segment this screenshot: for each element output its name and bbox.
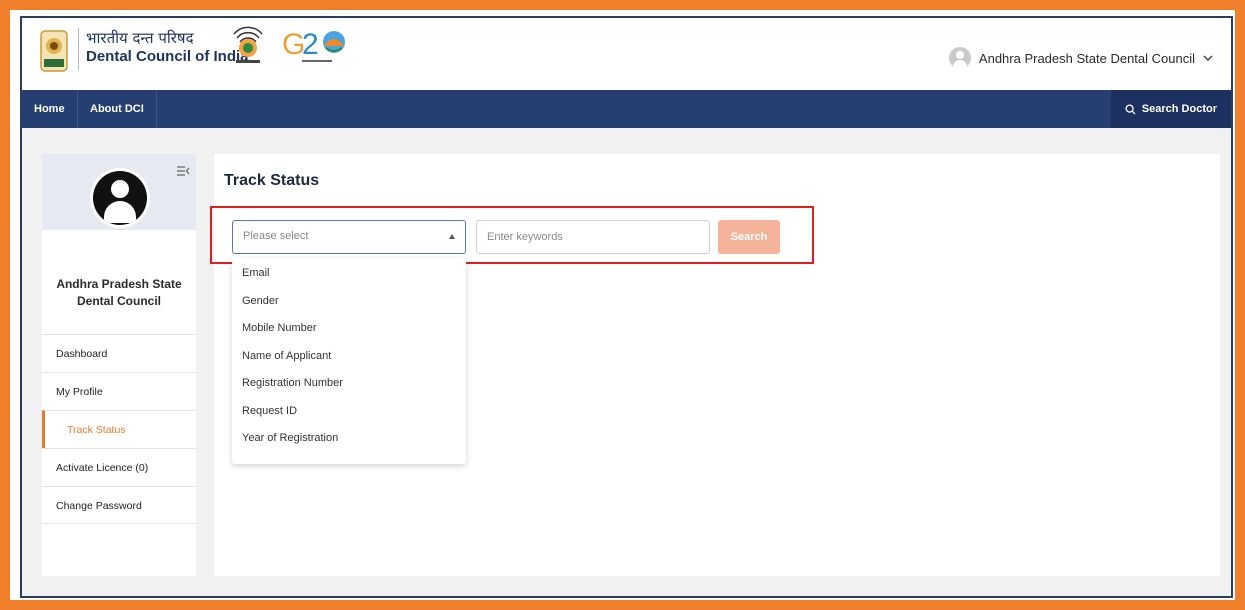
user-name: Andhra Pradesh State Dental Council xyxy=(978,50,1195,66)
caret-up-icon xyxy=(449,234,455,239)
search-button[interactable]: Search xyxy=(718,220,780,254)
top-header: भारतीय दन्त परिषद Dental Council of Indi… xyxy=(22,18,1231,90)
dci-emblem-icon xyxy=(40,30,68,72)
sidebar-menu: Dashboard My Profile Track Status Activa… xyxy=(42,334,196,524)
page-title: Track Status xyxy=(224,172,320,189)
dropdown-option-year-of-registration[interactable]: Year of Registration xyxy=(232,425,466,453)
collapse-sidebar-icon[interactable] xyxy=(176,166,190,176)
user-avatar-icon xyxy=(948,47,971,69)
sidebar-item-track-status[interactable]: Track Status xyxy=(42,410,196,448)
digital-mission-logo-icon xyxy=(233,26,263,63)
g20-logo-icon: G 2 xyxy=(282,28,345,62)
brand-divider xyxy=(78,28,79,70)
app-window: भारतीय दन्त परिषद Dental Council of Indi… xyxy=(20,16,1233,598)
sidebar-item-change-password[interactable]: Change Password xyxy=(42,486,196,524)
user-account-menu[interactable]: Andhra Pradesh State Dental Council xyxy=(948,46,1213,70)
brand-english-name: Dental Council of India xyxy=(86,48,249,65)
sidebar-item-activate-licence[interactable]: Activate Licence (0) xyxy=(42,448,196,486)
profile-name: Andhra Pradesh State Dental Council xyxy=(56,277,182,308)
brand-hindi-name: भारतीय दन्त परिषद xyxy=(86,29,194,47)
main-content: Track Status Please select Search Email … xyxy=(210,154,1220,576)
search-field-dropdown: Email Gender Mobile Number Name of Appli… xyxy=(232,258,466,464)
dropdown-option-mobile-number[interactable]: Mobile Number xyxy=(232,315,466,343)
sidebar: Andhra Pradesh State Dental Council Dash… xyxy=(42,154,196,576)
dropdown-option-name-of-applicant[interactable]: Name of Applicant xyxy=(232,343,466,371)
chevron-down-icon[interactable] xyxy=(1203,54,1213,62)
dropdown-option-registration-number[interactable]: Registration Number xyxy=(232,370,466,398)
sidebar-item-my-profile[interactable]: My Profile xyxy=(42,372,196,410)
dropdown-option-gender[interactable]: Gender xyxy=(232,288,466,316)
sidebar-item-dashboard[interactable]: Dashboard xyxy=(42,334,196,372)
user-silhouette-icon xyxy=(93,171,147,225)
search-doctor-label: Search Doctor xyxy=(1141,103,1217,115)
nav-home-link[interactable]: Home xyxy=(22,90,78,128)
profile-avatar xyxy=(90,168,150,228)
dropdown-option-request-id[interactable]: Request ID xyxy=(232,398,466,426)
keyword-input[interactable] xyxy=(476,220,710,254)
nav-about-link[interactable]: About DCI xyxy=(78,90,157,128)
search-icon xyxy=(1125,103,1136,115)
dropdown-option-email[interactable]: Email xyxy=(232,260,466,288)
search-field-select[interactable]: Please select xyxy=(232,220,466,254)
main-navbar: Home About DCI Search Doctor xyxy=(22,90,1231,128)
select-placeholder: Please select xyxy=(243,230,309,242)
search-doctor-button[interactable]: Search Doctor xyxy=(1110,90,1231,128)
svg-text:2: 2 xyxy=(302,28,319,61)
